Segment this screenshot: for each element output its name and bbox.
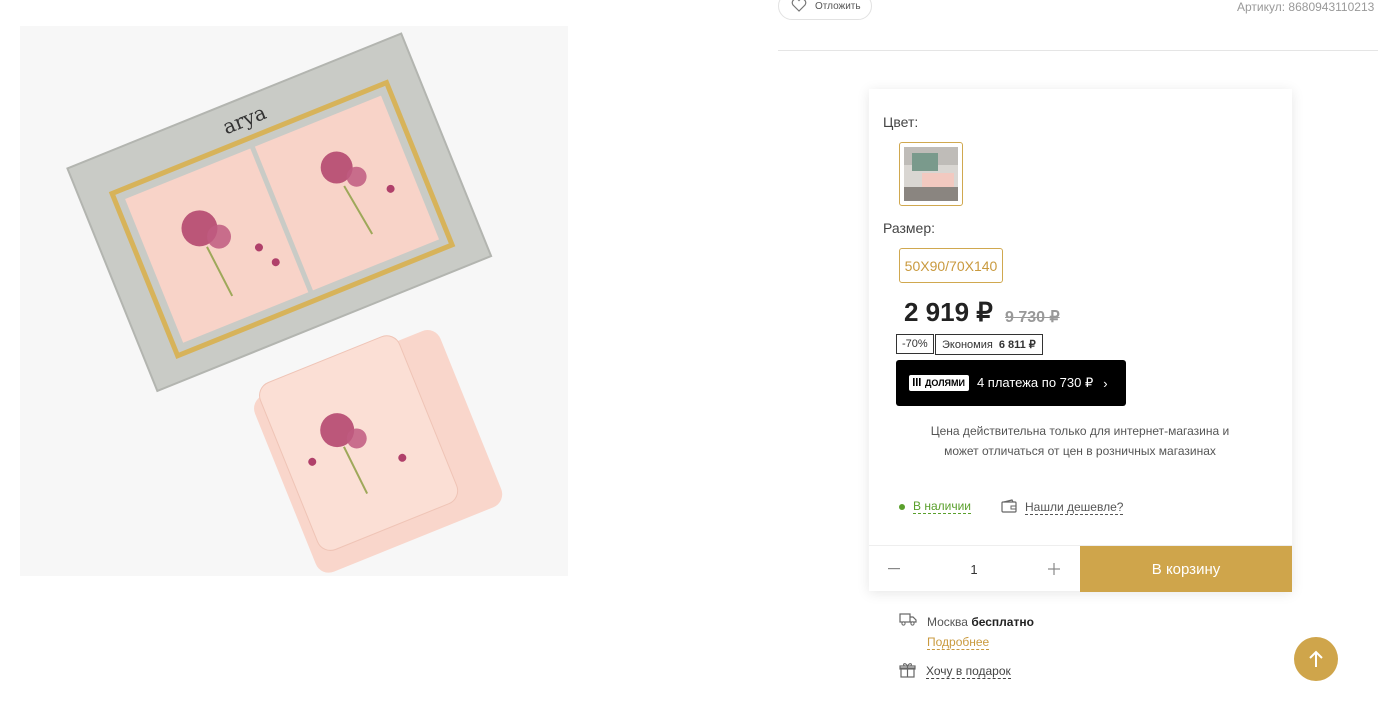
color-swatch-selected[interactable] xyxy=(899,142,963,206)
dolyami-bars-icon xyxy=(913,378,923,388)
gift-wish-link[interactable]: Хочу в подарок xyxy=(899,662,1011,681)
savings-badge: Экономия 6 811 ₽ xyxy=(935,334,1043,355)
installment-text: 4 платежа по 730 ₽ xyxy=(976,375,1094,390)
quantity-increase-button[interactable] xyxy=(1029,546,1079,592)
article-label: Артикул: xyxy=(1237,0,1286,14)
divider xyxy=(778,50,1378,51)
delivery-info: Москва бесплатно Подробнее xyxy=(899,612,1034,652)
old-price: 9 730 ₽ xyxy=(1005,309,1060,326)
dolyami-logo-text: ДОЛЯМИ xyxy=(925,378,965,388)
savings-label: Экономия xyxy=(942,338,993,351)
wallet-icon xyxy=(1001,499,1017,516)
article-number: Артикул: 8680943110213 xyxy=(1237,0,1374,14)
delivery-cost: бесплатно xyxy=(971,615,1034,629)
heart-icon xyxy=(791,0,807,15)
wishlist-label: Отложить xyxy=(815,0,861,12)
stock-dot-icon xyxy=(899,503,905,510)
discount-badge: -70% xyxy=(896,334,934,354)
savings-value: 6 811 ₽ xyxy=(998,339,1036,351)
installment-button[interactable]: ДОЛЯМИ 4 платежа по 730 ₽ › xyxy=(896,360,1126,406)
current-price: 2 919 ₽ xyxy=(904,297,993,327)
price-note: Цена действительна только для интернет-м… xyxy=(930,424,1230,458)
product-photo: arya xyxy=(20,26,568,576)
buy-card: Цвет: Размер: 50X90/70X140 2 919 ₽ 9 730… xyxy=(869,89,1292,592)
stock-status-text: В наличии xyxy=(913,499,972,514)
arrow-up-icon xyxy=(1309,650,1323,667)
chevron-right-icon: › xyxy=(1103,375,1108,391)
size-option-selected[interactable]: 50X90/70X140 xyxy=(899,248,1003,283)
color-label: Цвет: xyxy=(883,114,919,130)
product-image[interactable]: arya xyxy=(20,26,568,576)
article-value: 8680943110213 xyxy=(1288,0,1375,14)
found-cheaper-link[interactable]: Нашли дешевле? xyxy=(1001,499,1124,516)
color-thumbnail-image xyxy=(904,147,958,201)
gift-icon xyxy=(899,662,916,681)
found-cheaper-text: Нашли дешевле? xyxy=(1025,500,1124,515)
scroll-to-top-button[interactable] xyxy=(1294,637,1338,681)
truck-icon xyxy=(899,612,917,652)
delivery-more-wrapper: Подробнее xyxy=(927,632,1034,652)
delivery-city: Москва xyxy=(927,615,968,629)
dolyami-logo: ДОЛЯМИ xyxy=(909,375,969,391)
quantity-decrease-button[interactable] xyxy=(869,546,919,592)
gift-wish-text: Хочу в подарок xyxy=(926,664,1011,679)
stock-status: В наличии xyxy=(899,499,972,514)
add-to-cart-bar: 1 В корзину xyxy=(869,545,1292,592)
quantity-input[interactable]: 1 xyxy=(929,546,1019,592)
add-to-cart-button[interactable]: В корзину xyxy=(1080,546,1292,592)
size-label: Размер: xyxy=(883,220,936,236)
delivery-more-link[interactable]: Подробнее xyxy=(927,635,990,650)
wishlist-button[interactable]: Отложить xyxy=(778,0,872,20)
delivery-line: Москва бесплатно xyxy=(927,612,1034,632)
plus-icon xyxy=(1048,563,1060,575)
minus-icon xyxy=(888,568,900,570)
